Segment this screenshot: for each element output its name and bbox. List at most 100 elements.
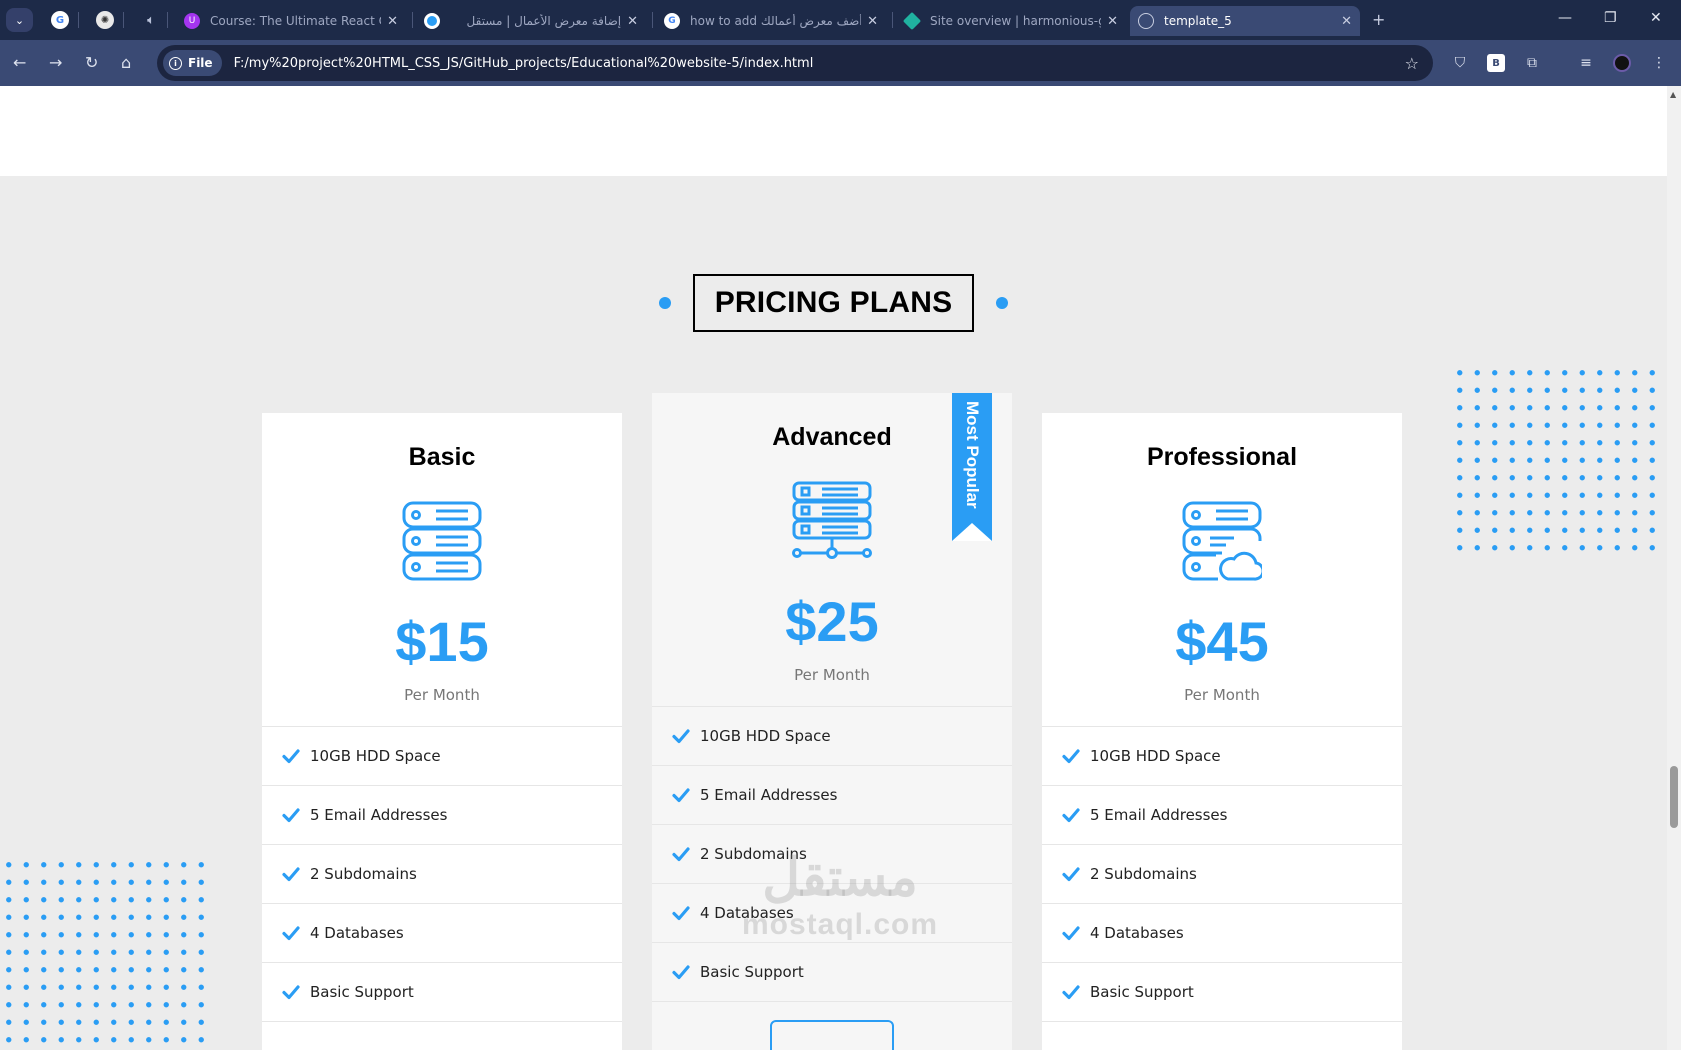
tab-react-course[interactable]: U Course: The Ultimate React Cou ✕ [176, 6, 406, 36]
mostaql-icon [424, 13, 440, 29]
address-bar[interactable]: i File F:/my%20project%20HTML_CSS_JS/Git… [157, 45, 1433, 81]
plan-period: Per Month [1184, 686, 1260, 704]
page-scrollbar[interactable]: ▲ [1667, 86, 1681, 1050]
tab-title: template_5 [1164, 14, 1232, 28]
feature-list: 10GB HDD Space 5 Email Addresses 2 Subdo… [1042, 726, 1402, 1022]
site-info-chip[interactable]: i File [163, 50, 222, 76]
url-text[interactable]: F:/my%20project%20HTML_CSS_JS/GitHub_pro… [234, 56, 1405, 71]
tab-mostaql[interactable]: إضافة معرض الأعمال | مستقل ✕ [416, 6, 646, 36]
scroll-thumb[interactable] [1670, 766, 1678, 828]
check-icon [672, 729, 690, 744]
minimize-icon[interactable]: — [1558, 10, 1572, 26]
extensions-puzzle-icon[interactable]: ⧉ [1523, 54, 1541, 72]
pricing-card-basic: Basic $15 Per Month 10GB HDD Space 5 Ema… [262, 413, 622, 1050]
pinned-tab-chatgpt[interactable]: ✺ [96, 11, 114, 29]
chevron-down-icon: ⌄ [14, 13, 25, 27]
close-window-icon[interactable]: ✕ [1650, 10, 1662, 26]
tab-separator [412, 12, 413, 28]
chip-label: File [188, 56, 213, 70]
title-dot-left [658, 297, 671, 309]
tab-separator [167, 12, 168, 28]
feature-text: 5 Email Addresses [1090, 806, 1228, 824]
feature-item: 5 Email Addresses [262, 786, 622, 845]
choose-plan-button[interactable] [770, 1020, 894, 1050]
check-icon [282, 749, 300, 764]
feature-text: Basic Support [310, 983, 414, 1001]
new-tab-icon[interactable]: + [1372, 10, 1385, 29]
check-icon [282, 867, 300, 882]
extension-b-icon[interactable]: B [1487, 54, 1505, 72]
pinned-tab-audio[interactable]: 🔈︎ [142, 11, 160, 29]
bookmark-star-icon[interactable]: ☆ [1405, 54, 1419, 73]
close-tab-icon[interactable]: ✕ [1107, 14, 1118, 29]
plan-price: $15 [395, 610, 489, 673]
section-header: PRICING PLANS [0, 274, 1667, 332]
menu-kebab-icon[interactable]: ⋮ [1650, 54, 1668, 72]
feature-text: 2 Subdomains [1090, 865, 1197, 883]
server-network-icon [792, 481, 872, 559]
check-icon [1062, 926, 1080, 941]
feature-text: Basic Support [700, 963, 804, 981]
feature-item: 2 Subdomains [262, 845, 622, 904]
feature-text: 4 Databases [310, 924, 404, 942]
tab-google-search[interactable]: G how to add أضف معرض أعمالك ✕ [656, 6, 886, 36]
scroll-up-arrow-icon[interactable]: ▲ [1670, 90, 1676, 99]
feature-text: 5 Email Addresses [700, 786, 838, 804]
check-icon [1062, 867, 1080, 882]
feature-text: 2 Subdomains [310, 865, 417, 883]
page-viewport: PRICING PLANS Basic $15 Per Month 10GB H… [0, 86, 1667, 1050]
feature-item: Basic Support [652, 943, 1012, 1002]
close-tab-icon[interactable]: ✕ [627, 14, 638, 29]
plan-price: $45 [1175, 610, 1269, 673]
feature-item: 2 Subdomains [1042, 845, 1402, 904]
server-icon [402, 501, 482, 581]
mostaql-watermark: مستقل mostaql.com [735, 848, 945, 942]
plan-price: $25 [785, 590, 879, 653]
browser-toolbar: ← → ↻ ⌂ i File F:/my%20project%20HTML_CS… [0, 40, 1681, 86]
check-icon [282, 926, 300, 941]
tab-strip: ⌄ G ✺ 🔈︎ U Course: The Ultimate React Co… [0, 0, 1681, 40]
check-icon [672, 965, 690, 980]
pinned-tab-google[interactable]: G [51, 11, 69, 29]
chatgpt-icon: ✺ [100, 14, 110, 26]
check-icon [1062, 808, 1080, 823]
check-icon [672, 847, 690, 862]
close-tab-icon[interactable]: ✕ [867, 14, 878, 29]
netlify-icon [902, 11, 922, 31]
check-icon [282, 985, 300, 1000]
tab-template-5[interactable]: template_5 ✕ [1130, 6, 1360, 36]
feature-item: 4 Databases [1042, 904, 1402, 963]
media-control-icon[interactable]: ≡ [1577, 54, 1595, 72]
google-icon: G [55, 14, 65, 26]
tab-search-button[interactable]: ⌄ [6, 8, 33, 32]
ribbon-notch [952, 523, 992, 541]
tab-title: how to add أضف معرض أعمالك [690, 14, 862, 28]
feature-item: Basic Support [1042, 963, 1402, 1022]
reload-icon[interactable]: ↻ [85, 53, 98, 72]
close-tab-icon[interactable]: ✕ [387, 14, 398, 29]
tab-separator [892, 12, 893, 28]
feature-item: 10GB HDD Space [652, 707, 1012, 766]
title-dot-right [996, 297, 1009, 309]
feature-item: 5 Email Addresses [1042, 786, 1402, 845]
tab-title: Site overview | harmonious-ge [930, 14, 1102, 28]
feature-list: 10GB HDD Space 5 Email Addresses 2 Subdo… [262, 726, 622, 1022]
forward-icon[interactable]: → [49, 53, 62, 72]
course-icon: U [184, 13, 200, 29]
check-icon [672, 906, 690, 921]
close-tab-icon[interactable]: ✕ [1341, 14, 1352, 29]
globe-icon [1138, 13, 1154, 29]
speaker-icon: 🔈︎ [147, 12, 155, 28]
feature-text: 4 Databases [1090, 924, 1184, 942]
home-icon[interactable]: ⌂ [121, 53, 131, 72]
tab-netlify[interactable]: Site overview | harmonious-ge ✕ [896, 6, 1126, 36]
check-icon [1062, 749, 1080, 764]
restore-icon[interactable]: ❐ [1604, 10, 1617, 26]
plan-period: Per Month [404, 686, 480, 704]
shield-icon[interactable]: ⛉ [1451, 54, 1469, 72]
pricing-card-professional: Professional $45 Per Month 10GB HDD Spac… [1042, 413, 1402, 1050]
back-icon[interactable]: ← [13, 53, 26, 72]
server-cloud-icon [1182, 501, 1262, 581]
profile-avatar[interactable] [1613, 54, 1631, 72]
feature-item: 4 Databases [262, 904, 622, 963]
